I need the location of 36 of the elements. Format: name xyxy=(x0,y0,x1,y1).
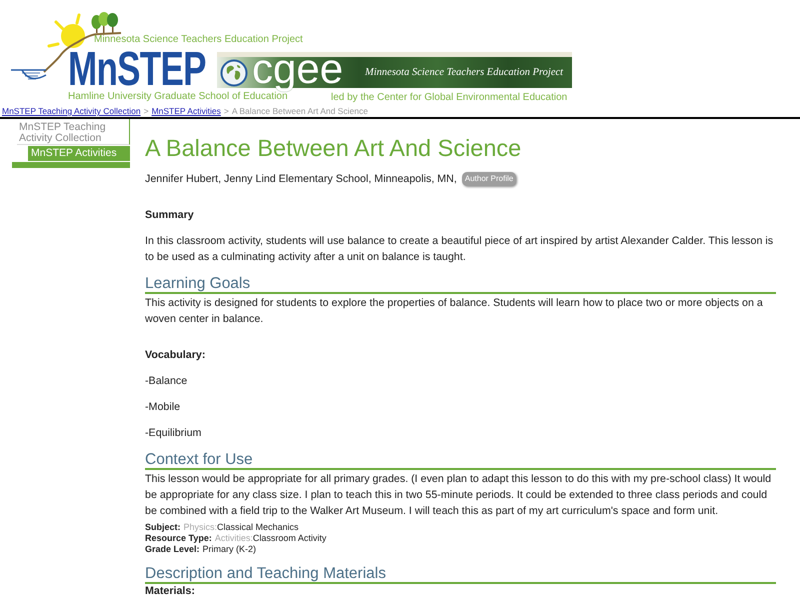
paragraph: -Equilibrium xyxy=(145,426,202,441)
author-profile-button[interactable]: Author Profile xyxy=(462,172,516,186)
page-title: A Balance Between Art And Science xyxy=(145,134,522,162)
meta-label: Grade Level: xyxy=(145,544,200,555)
breadcrumb-separator: > xyxy=(224,105,229,117)
author-line: Jennifer Hubert, Jenny Lind Elementary School, Minneapolis, MN, xyxy=(145,172,457,187)
globe-icon xyxy=(220,59,248,87)
breadcrumb-current: A Balance Between Art And Science xyxy=(232,105,368,117)
meta-value: Classroom Activity xyxy=(252,533,326,544)
paragraph: -Mobile xyxy=(145,400,182,415)
category-link[interactable]: Physics: xyxy=(184,522,218,533)
breadcrumb-link[interactable]: MnSTEP Activities xyxy=(152,105,221,117)
meta-label: Subject: xyxy=(145,522,181,533)
banner-tagline: Minnesota Science Teachers Education Project xyxy=(365,66,564,79)
section-label: Materials: xyxy=(145,584,196,598)
banner-wordmark: cgee xyxy=(252,48,344,90)
paragraph: This activity is designed for students to explore the properties of balance. Students will learn how to place two or more objects on a woven center in balance. xyxy=(145,296,764,327)
category-link[interactable]: Activities: xyxy=(214,533,253,544)
section-heading: Context for Use xyxy=(145,451,776,470)
meta-value: Classical Mechanics xyxy=(217,522,299,533)
breadcrumb-separator: > xyxy=(144,105,149,117)
paragraph: -Balance xyxy=(145,374,188,389)
paragraph: In this classroom activity, students will use balance to create a beautiful piece of art inspired by artist Alexander Calder. This lesson is to be used as a culminating activity after a unit on balance is taught. xyxy=(145,234,774,265)
sidebar-item[interactable]: MnSTEP Activities xyxy=(28,146,130,161)
section-heading: Description and Teaching Materials xyxy=(145,565,776,584)
sidebar-item[interactable]: MnSTEP Teaching Activity Collection xyxy=(17,119,130,145)
meta-value: Primary (K-2) xyxy=(202,544,256,555)
section-label: Summary xyxy=(145,208,195,223)
meta-label: Resource Type: xyxy=(145,533,212,544)
logo-tagline: Minnesota Science Teachers Education Project xyxy=(94,34,303,46)
section-heading: Learning Goals xyxy=(145,275,776,294)
paragraph: This lesson would be appropriate for all primary grades. (I even plan to adapt this lesson to do this with my pre-school class) It would be appropriate for any class size. I plan to teach this in two 55-minute periods. It could be extended to three class periods and could be combined with a field trip to the Walker Art Museum. I will teach this as part of my art curriculum's space and form unit. xyxy=(145,472,772,519)
breadcrumb-link[interactable]: MnSTEP Teaching Activity Collection xyxy=(2,105,141,117)
logo-subtitle: Hamline University Graduate School of Education xyxy=(68,91,288,103)
section-label: Vocabulary: xyxy=(145,348,206,363)
banner-credit: led by the Center for Global Environmental Education xyxy=(331,92,568,104)
